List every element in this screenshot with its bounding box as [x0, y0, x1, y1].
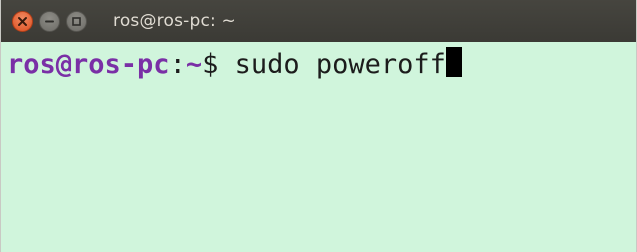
prompt-path: ~ [185, 49, 203, 80]
close-icon [18, 16, 27, 26]
prompt-user-host: ros@ros-pc [7, 49, 170, 80]
title-bar[interactable]: ros@ros-pc: ~ [1, 0, 636, 42]
prompt-symbol: $ [202, 49, 235, 80]
minimize-icon [45, 20, 54, 22]
terminal-area[interactable]: ros@ros-pc:~$ sudo poweroff [1, 42, 636, 252]
maximize-button[interactable] [66, 10, 87, 32]
window-controls [12, 10, 87, 32]
command-text: sudo poweroff [234, 49, 446, 80]
maximize-icon [72, 16, 81, 26]
minimize-button[interactable] [39, 10, 60, 32]
window-title: ros@ros-pc: ~ [113, 11, 236, 31]
terminal-window: ros@ros-pc: ~ ros@ros-pc:~$ sudo powerof… [0, 0, 637, 252]
prompt-separator: : [169, 49, 186, 80]
text-cursor [445, 47, 462, 77]
close-button[interactable] [12, 10, 33, 32]
